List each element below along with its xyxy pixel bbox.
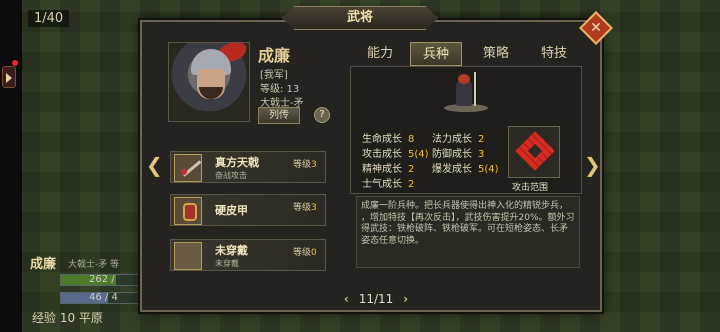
equipment-name: 未穿戴 xyxy=(215,244,248,257)
troop-description: 成廉一阶兵种。把长兵器使得出神入化的精锐步兵， ，增加特技【再次反击】，武技伤害… xyxy=(356,196,580,268)
equipment-name: 真方天戟 xyxy=(215,156,259,169)
armor-icon xyxy=(174,197,202,225)
equipment-level: 等级3 xyxy=(293,203,317,213)
prev-general-arrow-icon[interactable]: ❮ xyxy=(146,153,163,177)
background-unit-subtitle: 大戟士-矛 等 xyxy=(68,260,120,270)
halberd-icon xyxy=(174,154,202,182)
stat-spirit-growth: 精神成长 2 xyxy=(362,164,415,175)
general-faction: [我军] xyxy=(260,70,288,81)
empty-slot-icon xyxy=(174,242,202,270)
help-button[interactable]: ? xyxy=(314,107,330,123)
next-page-icon[interactable]: › xyxy=(403,292,408,306)
turn-counter: 1/40 xyxy=(28,10,70,27)
biography-button[interactable]: 列传 xyxy=(258,107,300,124)
dialog-title: 武将 xyxy=(282,6,438,30)
background-hp-bar: 262 / xyxy=(60,274,140,286)
stat-mana-growth: 法力成长 2 xyxy=(432,134,485,145)
background-mp-bar: 46 / 4 xyxy=(60,292,140,304)
general-level: 等级: 13 xyxy=(260,84,300,95)
troop-sprite-icon xyxy=(438,72,494,114)
equipment-name: 硬皮甲 xyxy=(215,204,248,217)
tab-ability[interactable]: 能力 xyxy=(354,42,406,66)
stat-defense-growth: 防御成长 3 xyxy=(432,149,485,160)
equipment-slot-weapon[interactable]: 真方天戟 奋战攻击 等级3 xyxy=(170,151,326,183)
background-mp-text: 46 / 4 xyxy=(89,292,118,303)
attack-range-label: 攻击范围 xyxy=(512,183,549,193)
general-portrait xyxy=(168,42,250,122)
stat-hp-growth: 生命成长 8 xyxy=(362,134,415,145)
equipment-slot-accessory[interactable]: 未穿戴 未穿戴 等级0 xyxy=(170,239,326,271)
equipment-level: 等级0 xyxy=(293,248,317,258)
tab-strategy[interactable]: 策略 xyxy=(470,42,522,66)
background-exp-label: 经验 10 平原 xyxy=(32,311,103,325)
stat-burst-growth: 爆发成长 5(4) xyxy=(432,164,499,175)
close-x-icon: ✕ xyxy=(590,20,602,36)
tab-skill[interactable]: 特技 xyxy=(528,42,580,66)
general-name: 成廉 xyxy=(258,46,291,65)
next-general-arrow-icon[interactable]: ❯ xyxy=(584,153,601,177)
equipment-slot-armor[interactable]: 硬皮甲 等级3 xyxy=(170,194,326,226)
notification-dot-icon xyxy=(12,60,18,66)
left-edge-bar xyxy=(0,0,22,332)
info-tabs: 能力 兵种 策略 特技 xyxy=(352,42,582,66)
prev-page-icon[interactable]: ‹ xyxy=(344,292,349,306)
equipment-desc: 未穿戴 xyxy=(215,259,239,268)
side-menu-toggle[interactable] xyxy=(2,66,16,88)
background-hp-text: 262 / xyxy=(89,274,115,285)
background-unit-name: 成廉 xyxy=(30,257,57,272)
equipment-level: 等级3 xyxy=(293,160,317,170)
attack-range-icon xyxy=(515,131,555,171)
stat-attack-growth: 攻击成长 5(4) xyxy=(362,149,429,160)
page-number: 11/11 xyxy=(358,292,394,306)
stat-morale-growth: 士气成长 2 xyxy=(362,179,415,190)
tab-troop-type[interactable]: 兵种 xyxy=(410,42,462,66)
attack-range-diagram xyxy=(508,126,560,178)
page-indicator: ‹ 11/11 › xyxy=(336,292,416,310)
equipment-desc: 奋战攻击 xyxy=(215,171,247,180)
